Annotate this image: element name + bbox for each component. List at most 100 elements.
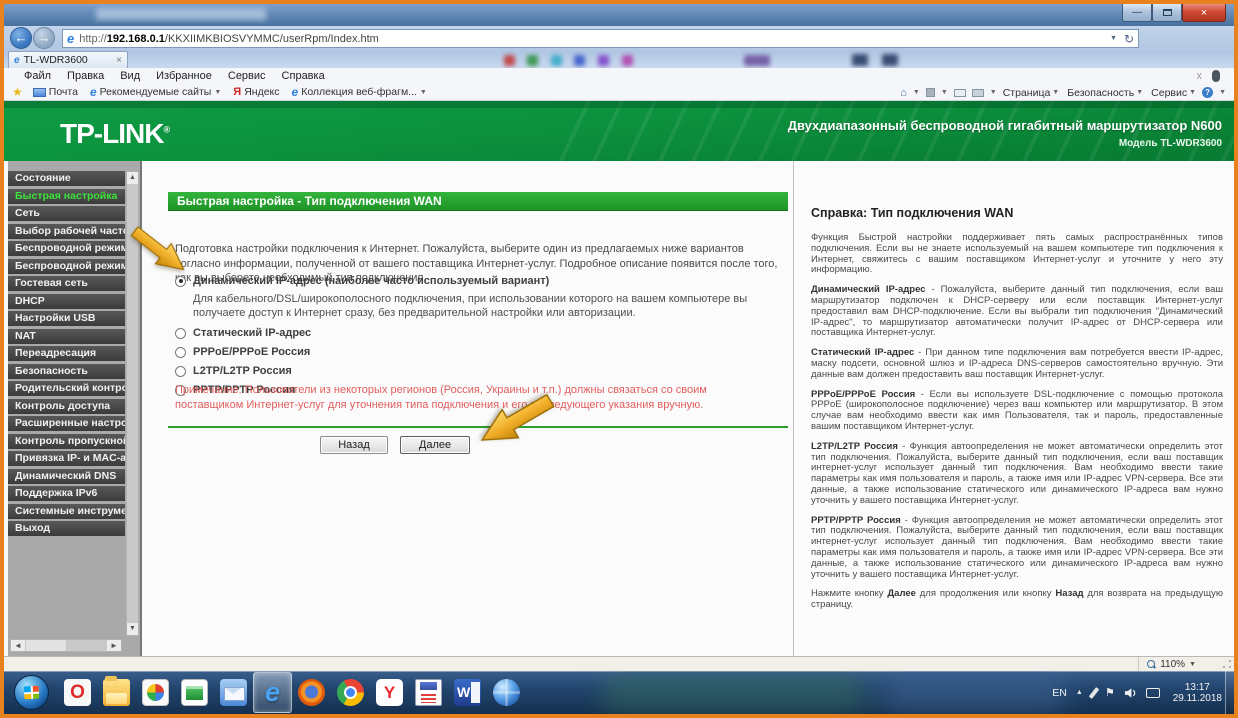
sidebar-item[interactable]: Динамический DNS <box>8 469 125 484</box>
windows-logo-icon <box>24 686 40 700</box>
system-tray: EN ▲ ⚑ 13:17 29.11.2018 <box>1052 671 1222 714</box>
menu-item[interactable]: Правка <box>59 70 112 82</box>
command-menu[interactable]: Страница▼ <box>1003 87 1060 99</box>
sidebar-item[interactable]: Привязка IP- и MAC-адресов <box>8 451 125 466</box>
taskbar-app[interactable] <box>175 672 214 713</box>
help-icon[interactable]: ? <box>1202 87 1213 98</box>
refresh-icon[interactable]: ↻ <box>1124 32 1134 46</box>
taskbar-app[interactable] <box>409 672 448 713</box>
read-mail-icon[interactable] <box>954 89 966 97</box>
favorites-item[interactable]: Рекомендуемые сайты ▼ <box>86 85 225 99</box>
feeds-icon[interactable] <box>926 88 935 97</box>
menu-item[interactable]: Вид <box>112 70 148 82</box>
sidebar-item[interactable]: Состояние <box>8 171 125 186</box>
sidebar-item[interactable]: DHCP <box>8 294 125 309</box>
menu-item[interactable]: Избранное <box>148 70 220 82</box>
caret-down-icon[interactable]: ▼ <box>420 89 427 96</box>
taskbar-app[interactable] <box>487 672 526 713</box>
sidebar-item[interactable]: Контроль доступа <box>8 399 125 414</box>
sidebar-item[interactable]: Поддержка IPv6 <box>8 486 125 501</box>
volume-icon[interactable] <box>1124 687 1137 699</box>
address-input[interactable]: e http://192.168.0.1/KKXIIMKBIOSVYMMC/us… <box>62 29 1139 48</box>
radio-button[interactable] <box>175 328 186 339</box>
language-indicator[interactable]: EN <box>1052 687 1067 699</box>
start-button[interactable] <box>14 675 49 710</box>
taskbar-app[interactable] <box>214 672 253 713</box>
scroll-down-icon[interactable]: ▼ <box>127 623 138 635</box>
close-button[interactable]: × <box>1182 4 1226 22</box>
radio-button[interactable] <box>175 347 186 358</box>
taskbar-app[interactable] <box>292 672 331 713</box>
home-icon[interactable]: ⌂ <box>900 87 907 99</box>
next-button[interactable]: Далее <box>400 436 470 454</box>
help-paragraph: Статический IP-адрес - При данном типе п… <box>811 348 1223 380</box>
close-toolbar-icon[interactable]: x <box>1197 70 1203 82</box>
pen-input-icon[interactable] <box>1089 687 1100 699</box>
scrollbar-thumb[interactable] <box>26 640 66 651</box>
caret-down-icon[interactable]: ▼ <box>214 89 221 96</box>
show-desktop-button[interactable] <box>1225 671 1234 714</box>
taskbar-app[interactable] <box>331 672 370 713</box>
menu-item[interactable]: Сервис <box>220 70 274 82</box>
sidebar-item[interactable]: Системные инструменты <box>8 504 125 519</box>
internet-explorer-icon <box>259 679 286 706</box>
minimize-button[interactable]: — <box>1122 4 1152 22</box>
help-paragraph: L2TP/L2TP Россия - Функция автоопределен… <box>811 442 1223 507</box>
command-menu[interactable]: Безопасность▼ <box>1067 87 1143 99</box>
favorites-item[interactable]: Почта <box>29 86 82 98</box>
taskbar-app[interactable] <box>253 672 292 713</box>
sidebar-item[interactable]: Беспроводной режим - 2,4 ГГц <box>8 241 125 256</box>
scroll-right-icon[interactable]: ► <box>107 640 121 651</box>
sidebar-item[interactable]: Выход <box>8 521 125 536</box>
sidebar-item[interactable]: Родительский контроль <box>8 381 125 396</box>
clock[interactable]: 13:17 29.11.2018 <box>1173 682 1222 704</box>
scroll-left-icon[interactable]: ◄ <box>11 640 25 651</box>
command-menu[interactable]: Сервис▼ <box>1151 87 1196 99</box>
redacted-blob <box>504 55 515 66</box>
help-title: Справка: Тип подключения WAN <box>811 206 1013 220</box>
sidebar-item[interactable]: NAT <box>8 329 125 344</box>
touch-keyboard-icon[interactable] <box>1146 688 1160 698</box>
sidebar-item[interactable]: Беспроводной режим - 5 ГГц <box>8 259 125 274</box>
sidebar-item[interactable]: Настройки USB <box>8 311 125 326</box>
sidebar-item[interactable]: Быстрая настройка <box>8 189 125 204</box>
autocomplete-caret-icon[interactable]: ▼ <box>1110 35 1117 42</box>
caret-down-icon[interactable]: ▼ <box>1189 661 1196 668</box>
radio-button[interactable] <box>175 366 186 377</box>
menu-item[interactable]: Справка <box>274 70 333 82</box>
favorites-item[interactable]: Яндекс <box>229 86 283 98</box>
print-icon[interactable] <box>972 89 984 97</box>
wan-type-option: L2TP/L2TP Россия <box>175 363 785 379</box>
add-favorite-icon[interactable]: ★ <box>12 85 23 99</box>
sidebar-item[interactable]: Выбор рабочей частоты <box>8 224 125 239</box>
sidebar-item[interactable]: Переадресация <box>8 346 125 361</box>
menu-item[interactable]: Файл <box>16 70 59 82</box>
opera-icon <box>64 679 91 706</box>
favorites-item[interactable]: Коллекция веб-фрагм... ▼ <box>288 85 431 99</box>
maximize-button[interactable] <box>1152 4 1182 22</box>
device-model: Модель TL-WDR3600 <box>1119 138 1222 149</box>
back-button[interactable]: Назад <box>320 436 388 454</box>
back-button[interactable]: ← <box>10 27 32 49</box>
sidebar-item[interactable]: Контроль пропускной способности <box>8 434 125 449</box>
tab-tl-wdr3600[interactable]: e TL-WDR3600 × <box>8 51 128 68</box>
taskbar-app[interactable] <box>448 672 487 713</box>
forward-button[interactable]: → <box>33 27 55 49</box>
taskbar-app[interactable] <box>136 672 175 713</box>
taskbar-app[interactable] <box>97 672 136 713</box>
sidebar-item[interactable]: Безопасность <box>8 364 125 379</box>
sidebar-item[interactable]: Сеть <box>8 206 125 221</box>
tab-close-icon[interactable]: × <box>116 55 122 66</box>
action-center-flag-icon[interactable]: ⚑ <box>1105 686 1115 699</box>
sidebar-horizontal-scrollbar[interactable]: ◄ ► <box>10 639 122 652</box>
hidden-icons-caret[interactable]: ▲ <box>1076 689 1083 696</box>
smiley-feedback-icon[interactable] <box>1212 70 1220 82</box>
sidebar-item[interactable]: Гостевая сеть <box>8 276 125 291</box>
zoom-control[interactable]: 110% ▼ <box>1138 657 1196 671</box>
sidebar-item[interactable]: Расширенные настройки <box>8 416 125 431</box>
scroll-up-icon[interactable]: ▲ <box>127 172 138 184</box>
help-paragraph: PPPoE/PPPoE Россия - Если вы используете… <box>811 390 1223 433</box>
taskbar-app[interactable] <box>58 672 97 713</box>
taskbar-app[interactable] <box>370 672 409 713</box>
tab-bar: e TL-WDR3600 × <box>4 51 1234 68</box>
